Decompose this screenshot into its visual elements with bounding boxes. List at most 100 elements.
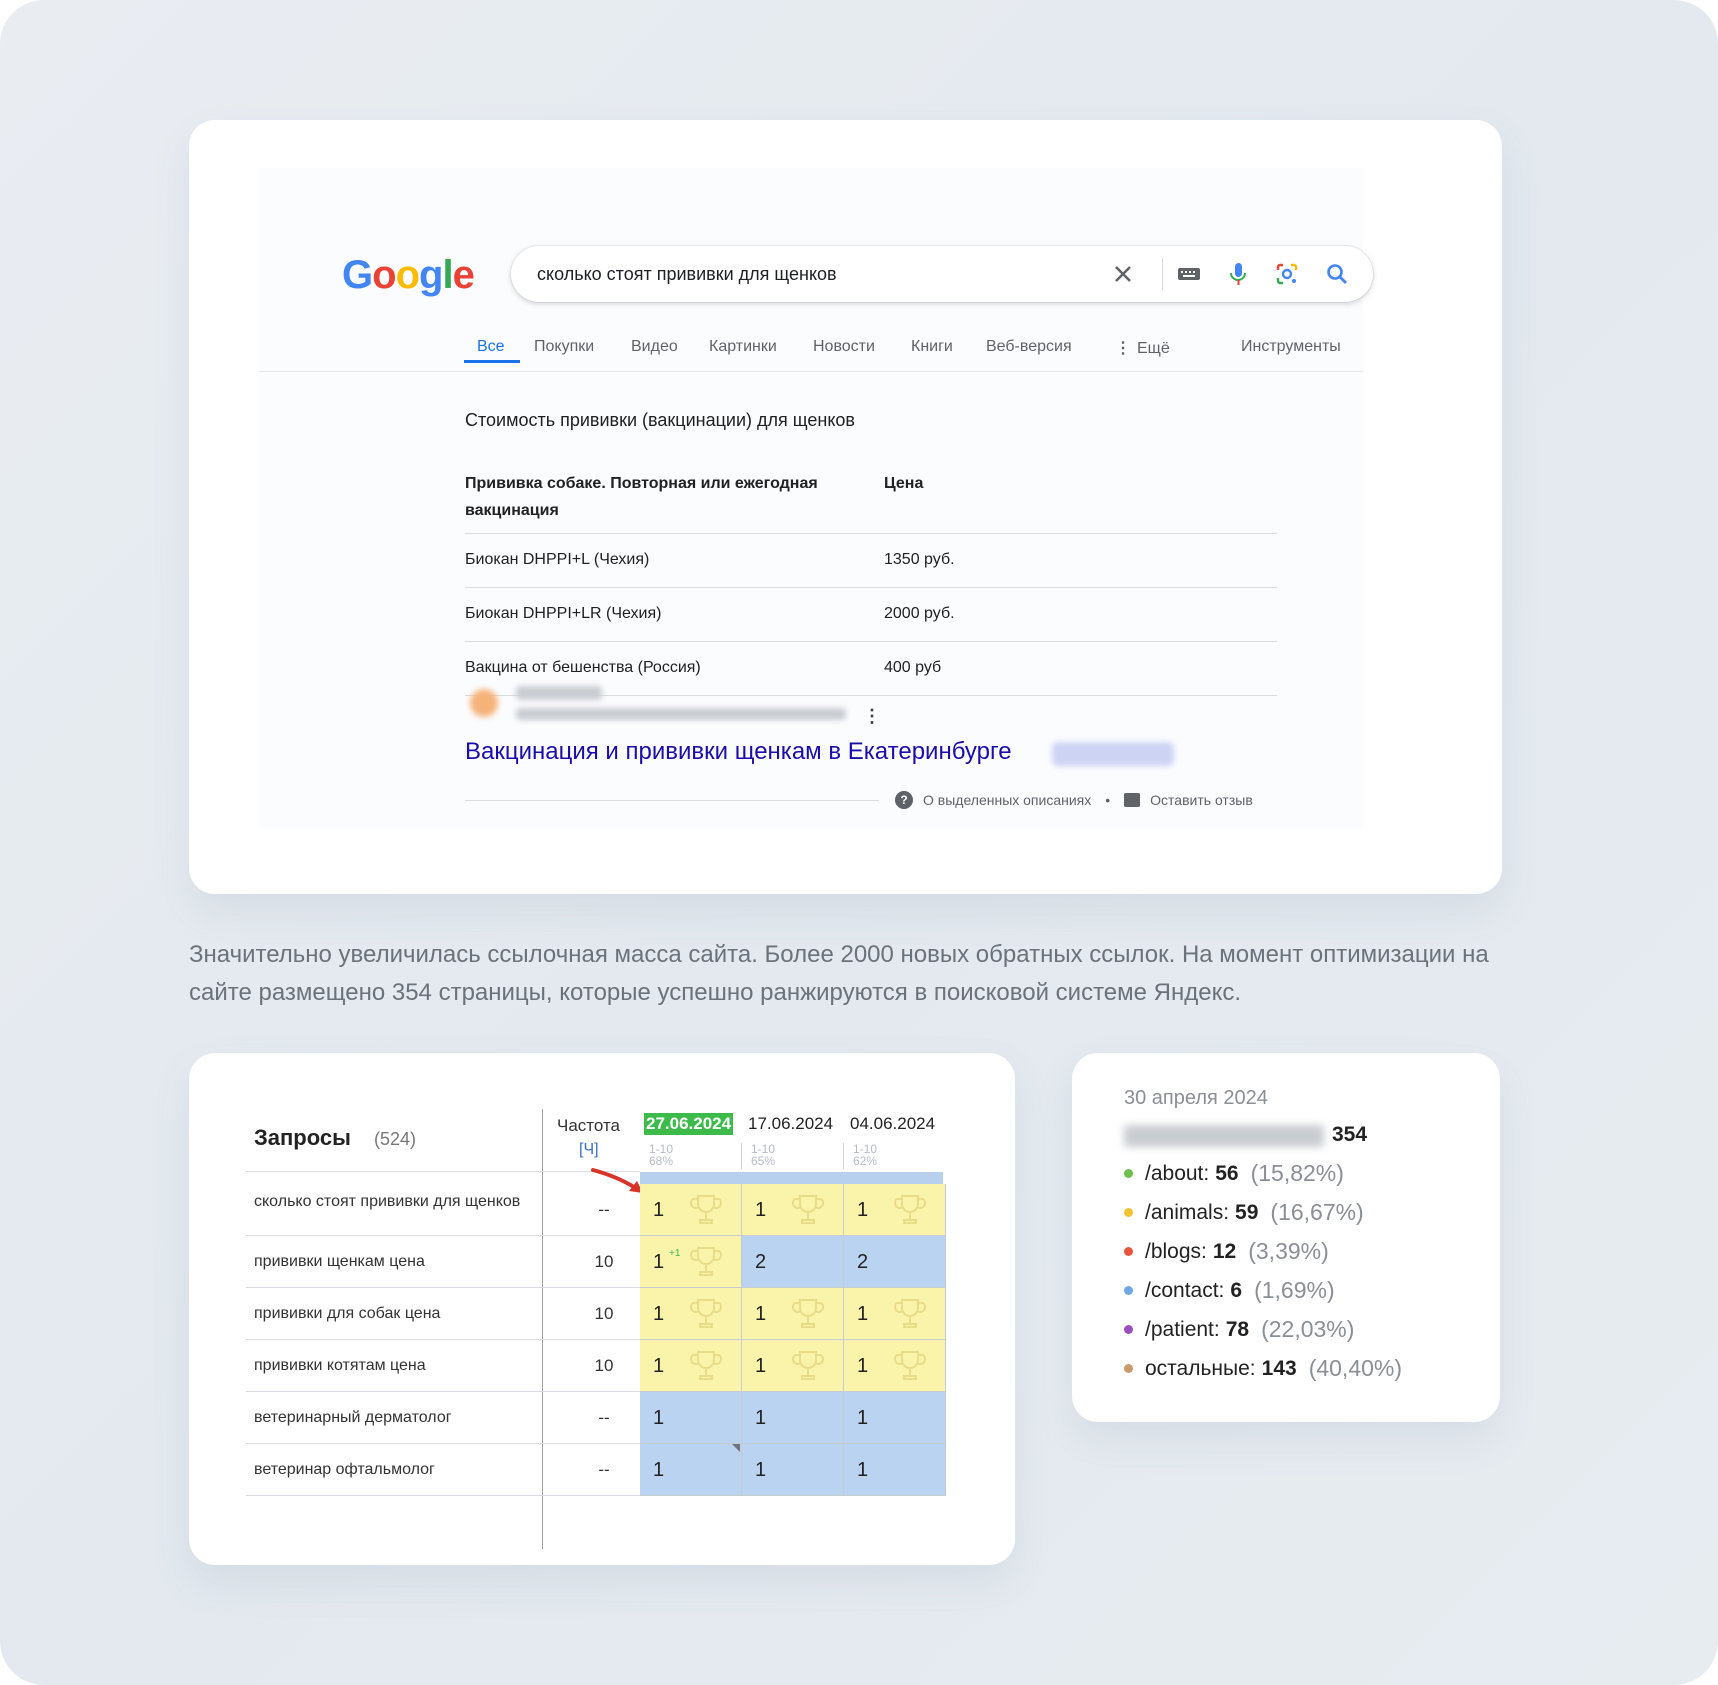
position-cell[interactable]: 1 [742,1392,844,1444]
position-cell[interactable]: 1 [742,1444,844,1496]
stats-item: /blogs: 12 (3,39%) [1124,1238,1329,1265]
trophy-icon [792,1195,824,1224]
result-title-link[interactable]: Вакцинация и прививки щенкам в Екатеринб… [465,738,1012,766]
google-serp-card: Google сколько стоят прививки для щенков [189,120,1502,894]
about-snippets-link[interactable]: О выделенных описаниях [923,792,1091,808]
more-vert-icon: ⋮ [1115,340,1131,357]
position-cell[interactable]: 1 [844,1392,946,1444]
stats-item: /about: 56 (15,82%) [1124,1160,1344,1187]
price-table: Прививка собаке. Повторная или ежегодная… [465,470,1277,696]
row-divider [246,1339,640,1340]
legend-dot [1124,1286,1133,1295]
stats-path: /patient: [1145,1317,1220,1341]
stats-item: /patient: 78 (22,03%) [1124,1316,1354,1343]
query-text[interactable]: прививки котятам цена [254,1358,524,1374]
date-1-stats: 1-10 68% [649,1143,673,1167]
date-header-3[interactable]: 04.06.2024 [848,1113,937,1135]
stats-count: 6 [1230,1278,1243,1302]
position-cell[interactable]: 2 [844,1236,946,1288]
legend-dot [1124,1364,1133,1373]
tab-web[interactable]: Веб-версия [986,338,1072,356]
lens-icon[interactable] [1273,260,1301,288]
stats-path: /animals: [1145,1200,1230,1224]
query-text[interactable]: ветеринар офтальмолог [254,1462,524,1478]
position-value: 2 [755,1251,767,1273]
result-more-icon[interactable]: ⋮ [863,706,881,727]
search-input[interactable]: сколько стоят прививки для щенков [537,264,837,285]
stats-percent: (1,69%) [1254,1277,1335,1303]
position-cell[interactable]: 1 +1 [640,1236,742,1288]
position-cell[interactable]: 1 [640,1392,742,1444]
stats-item: остальные: 143 (40,40%) [1124,1355,1402,1382]
google-logo[interactable]: Google [342,253,475,298]
position-cell[interactable]: 1 [742,1288,844,1340]
position-value: 1 [653,1251,665,1273]
header-price: Цена [884,475,924,492]
keyboard-icon[interactable] [1175,260,1203,288]
position-cell[interactable]: 1 [844,1340,946,1392]
date-3-stats: 1-10 62% [853,1143,877,1167]
tab-books[interactable]: Книги [911,338,953,356]
position-value: 1 [857,1199,869,1221]
date-2-pct: 65% [751,1154,776,1168]
position-value: 1 [755,1407,767,1429]
stats-percent: (16,67%) [1270,1199,1364,1225]
search-icon[interactable] [1323,260,1351,288]
vaccine-name: Биокан DHPPI+L (Чехия) [465,551,650,568]
position-cell[interactable]: 1 [640,1184,742,1236]
clear-icon[interactable] [1109,260,1137,288]
position-value: 1 [653,1407,665,1429]
frequency-link[interactable]: [Ч] [579,1141,599,1159]
stats-percent: (3,39%) [1248,1238,1329,1264]
vaccine-name: Вакцина от бешенства (Россия) [465,659,701,676]
query-frequency: -- [598,1408,610,1427]
query-text[interactable]: прививки щенкам цена [254,1254,524,1270]
description-paragraph: Значительно увеличилась ссылочная масса … [189,941,1489,1006]
search-box[interactable]: сколько стоят прививки для щенков [511,246,1373,302]
trophy-icon [690,1195,722,1224]
position-value: 1 [755,1199,767,1221]
stats-percent: (22,03%) [1261,1316,1355,1342]
stats-count: 12 [1212,1239,1237,1263]
microphone-icon[interactable] [1224,260,1252,288]
position-value: 1 [857,1303,869,1325]
position-cell[interactable]: 1 [640,1288,742,1340]
feedback-link[interactable]: Оставить отзыв [1150,792,1253,808]
date-header-2[interactable]: 17.06.2024 [746,1113,835,1135]
tab-more[interactable]: ⋮ Ещё [1115,338,1170,358]
search-tabs: Все Покупки Видео Картинки Новости Книги… [259,326,1363,370]
position-cell[interactable]: 1 [742,1184,844,1236]
price-table-header: Прививка собаке. Повторная или ежегодная… [465,470,1277,534]
query-text[interactable]: ветеринарный дерматолог [254,1410,524,1426]
position-cell[interactable]: 1 [844,1184,946,1236]
position-cell[interactable]: 2 [742,1236,844,1288]
position-cell[interactable]: 1 [742,1340,844,1392]
tab-video[interactable]: Видео [631,338,678,356]
query-text[interactable]: прививки для собак цена [254,1306,524,1322]
position-value: 2 [857,1251,869,1273]
tab-news[interactable]: Новости [813,338,875,356]
trophy-icon [690,1299,722,1328]
feedback-icon [1124,793,1141,807]
row-divider [246,1495,640,1496]
query-text[interactable]: сколько стоят прививки для щенков [254,1194,524,1210]
tab-images[interactable]: Картинки [709,338,777,356]
header-divider [246,1171,640,1172]
query-frequency: -- [598,1460,610,1479]
vaccine-price: 1350 руб. [884,551,955,568]
date-1-pct: 68% [649,1154,674,1168]
date-header-1[interactable]: 27.06.2024 [644,1113,734,1135]
tab-shopping[interactable]: Покупки [534,338,594,356]
position-cell[interactable]: 1 [844,1444,946,1496]
tab-all[interactable]: Все [477,338,505,356]
stats-percent: (40,40%) [1308,1355,1403,1381]
position-value: 1 [755,1355,767,1377]
position-cell[interactable]: 1 [640,1340,742,1392]
tab-tools[interactable]: Инструменты [1241,338,1341,356]
tabs-divider [259,371,1363,372]
trophy-icon [792,1351,824,1380]
trophy-icon [792,1299,824,1328]
position-cell[interactable]: 1 [640,1444,742,1496]
stats-count: 143 [1261,1356,1297,1380]
position-cell[interactable]: 1 [844,1288,946,1340]
